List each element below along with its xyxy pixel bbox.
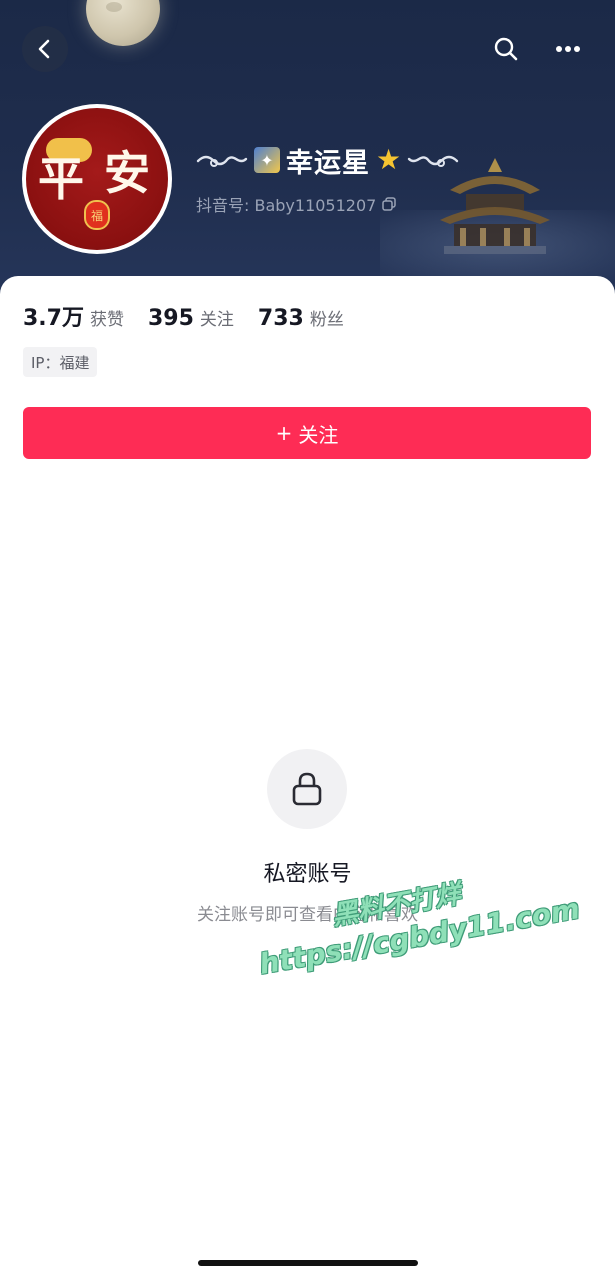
back-chevron-icon xyxy=(38,39,50,59)
avatar[interactable]: 平 安 福 xyxy=(22,104,172,254)
stat-followers[interactable]: 733 粉丝 xyxy=(258,305,344,331)
nickname-row: ✦ 幸运星 ★ xyxy=(196,140,459,180)
search-button[interactable] xyxy=(483,26,529,72)
follow-button[interactable]: + 关注 xyxy=(23,407,591,459)
copy-icon[interactable] xyxy=(382,197,397,211)
avatar-image: 平 安 福 xyxy=(26,108,168,250)
account-id[interactable]: 抖音号: Baby11051207 xyxy=(196,192,397,216)
shooting-star-icon: ✦ xyxy=(254,147,280,173)
stats-row: 3.7万 获赞 395 关注 733 粉丝 xyxy=(23,300,344,332)
plus-icon: + xyxy=(275,421,293,445)
home-indicator[interactable] xyxy=(198,1260,418,1266)
ip-location-tag: IP：福建 xyxy=(23,347,98,377)
avatar-char-2: 安 xyxy=(104,146,150,200)
avatar-char-1: 平 xyxy=(38,152,84,206)
swirl-right-icon xyxy=(407,155,459,167)
more-button[interactable] xyxy=(545,26,591,72)
lantern-icon: 福 xyxy=(84,200,110,230)
stat-label: 关注 xyxy=(199,310,234,330)
account-id-text: 抖音号: Baby11051207 xyxy=(196,196,377,215)
back-button[interactable] xyxy=(22,26,68,72)
stat-value: 733 xyxy=(257,306,304,331)
swirl-left-icon xyxy=(196,155,248,167)
more-dots-icon xyxy=(556,46,580,52)
stat-label: 粉丝 xyxy=(309,310,344,330)
follow-button-label: 关注 xyxy=(298,422,339,447)
stat-label: 获赞 xyxy=(89,310,124,330)
profile-card: 3.7万 获赞 395 关注 733 粉丝 IP：福建 + 关注 私密账号 关注… xyxy=(0,276,615,1280)
lock-icon-container xyxy=(267,749,347,829)
star-icon: ★ xyxy=(376,143,402,176)
stat-likes[interactable]: 3.7万 获赞 xyxy=(23,300,124,332)
nickname: 幸运星 xyxy=(286,147,370,179)
stat-value: 395 xyxy=(147,306,194,331)
moon-decoration xyxy=(86,0,160,46)
stat-following[interactable]: 395 关注 xyxy=(148,305,234,331)
stat-value: 3.7万 xyxy=(23,306,84,331)
search-icon xyxy=(494,37,518,61)
lock-icon xyxy=(292,772,322,806)
